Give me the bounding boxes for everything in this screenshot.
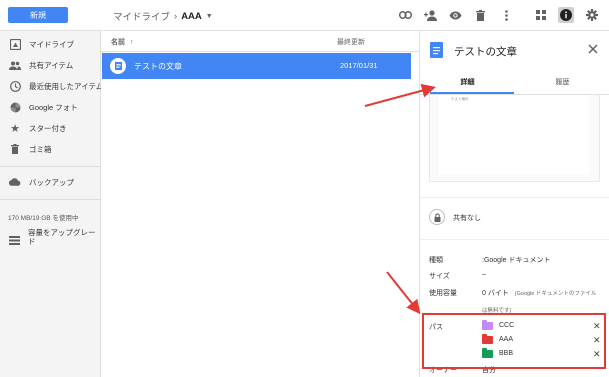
sidebar-item-recent[interactable]: 最近使用したアイテム [0,76,104,96]
sidebar-item-my-drive[interactable]: マイドライブ [0,34,101,54]
sidebar: マイドライブ 共有アイテム 最近使用したアイテム Google フォト ★ スタ… [0,31,104,377]
details-tabs: 詳細 履歴 [420,73,609,95]
sidebar-item-label: バックアップ [29,177,74,187]
active-tab-indicator [430,92,514,94]
sort-arrow-icon: ↑ [129,39,134,46]
cloud-icon [9,176,21,188]
details-header: テストの文章 [420,31,609,73]
info-icon[interactable] [558,7,574,23]
file-modified-date: 2017/01/31 [340,61,378,70]
breadcrumb-root[interactable]: マイドライブ [113,9,170,23]
lock-icon [429,209,445,225]
type-label: 種類 [429,257,443,264]
file-list: 名前 ↑ 最終更新 テストの文章 2017/01/31 [101,31,419,377]
file-name: テストの文章 [134,62,182,71]
trash-icon [9,143,21,155]
eye-icon[interactable] [448,8,462,22]
sidebar-item-trash[interactable]: ゴミ箱 [0,139,101,159]
sidebar-item-label: Google フォト [29,102,78,112]
sidebar-item-label: マイドライブ [29,39,74,49]
storage-used-value: 0 バイト (Google ドキュメントのファイル [482,290,597,297]
grid-view-icon[interactable] [534,8,548,22]
storage-used-label: 使用容量 [429,290,457,297]
annotation-highlight-box [422,313,606,369]
star-icon: ★ [10,122,20,135]
photos-icon [9,101,21,113]
document-preview[interactable]: テスト用の [429,95,600,182]
sidebar-item-label: ゴミ箱 [29,144,52,154]
column-modified-header[interactable]: 最終更新 [337,37,365,47]
people-icon [9,59,21,71]
new-button[interactable]: 新規 [8,7,68,23]
trash-icon[interactable] [473,8,487,22]
doc-icon [430,42,443,58]
add-person-icon[interactable] [423,8,437,22]
sidebar-item-shared[interactable]: 共有アイテム [0,55,101,75]
sidebar-item-photos[interactable]: Google フォト [0,97,101,117]
upgrade-storage-link[interactable]: 容量をアップグレード [0,227,101,249]
breadcrumb-current[interactable]: AAA [181,11,202,22]
column-name-header[interactable]: 名前 ↑ [111,37,133,47]
preview-text: テスト用の [451,97,469,101]
breadcrumb: マイドライブ › AAA ▼ [113,9,213,24]
clock-icon [9,80,21,92]
drive-icon [9,38,21,50]
section-divider [420,197,609,198]
preview-page: テスト用の [439,95,589,175]
storage-usage: 170 MB/19 GB を使用中 [8,215,79,222]
sidebar-item-label: 共有アイテム [29,60,74,70]
sidebar-divider [0,166,101,167]
tab-activity[interactable]: 履歴 [515,77,609,87]
more-vert-icon[interactable] [499,8,513,22]
top-toolbar: 新規 マイドライブ › AAA ▼ [0,0,609,31]
sidebar-item-label: 最近使用したアイテム [29,81,104,91]
tab-details[interactable]: 詳細 [420,77,515,87]
section-divider [420,239,609,240]
storage-used-note: (Google ドキュメントのファイル [514,291,597,297]
caret-down-icon[interactable]: ▼ [206,13,213,20]
sidebar-item-starred[interactable]: ★ スター付き [0,118,101,138]
link-icon[interactable] [398,8,412,22]
sharing-status: 共有なし [429,209,599,225]
breadcrumb-separator: › [174,10,178,22]
sharing-label: 共有なし [453,215,481,222]
settings-icon[interactable] [585,8,599,22]
close-icon[interactable] [588,41,602,55]
storage-icon [9,232,20,250]
list-header: 名前 ↑ 最終更新 [101,31,419,52]
upgrade-storage-label: 容量をアップグレード [28,228,96,246]
size-value: – [482,271,486,278]
sidebar-divider [0,199,101,200]
sidebar-item-label: スター付き [29,123,67,133]
sidebar-item-backup[interactable]: バックアップ [0,172,101,192]
type-value: :Google ドキュメント [482,257,551,264]
size-label: サイズ [429,273,450,280]
details-title: テストの文章 [454,46,517,58]
table-row[interactable]: テストの文章 2017/01/31 [102,53,411,79]
doc-icon [110,58,126,74]
